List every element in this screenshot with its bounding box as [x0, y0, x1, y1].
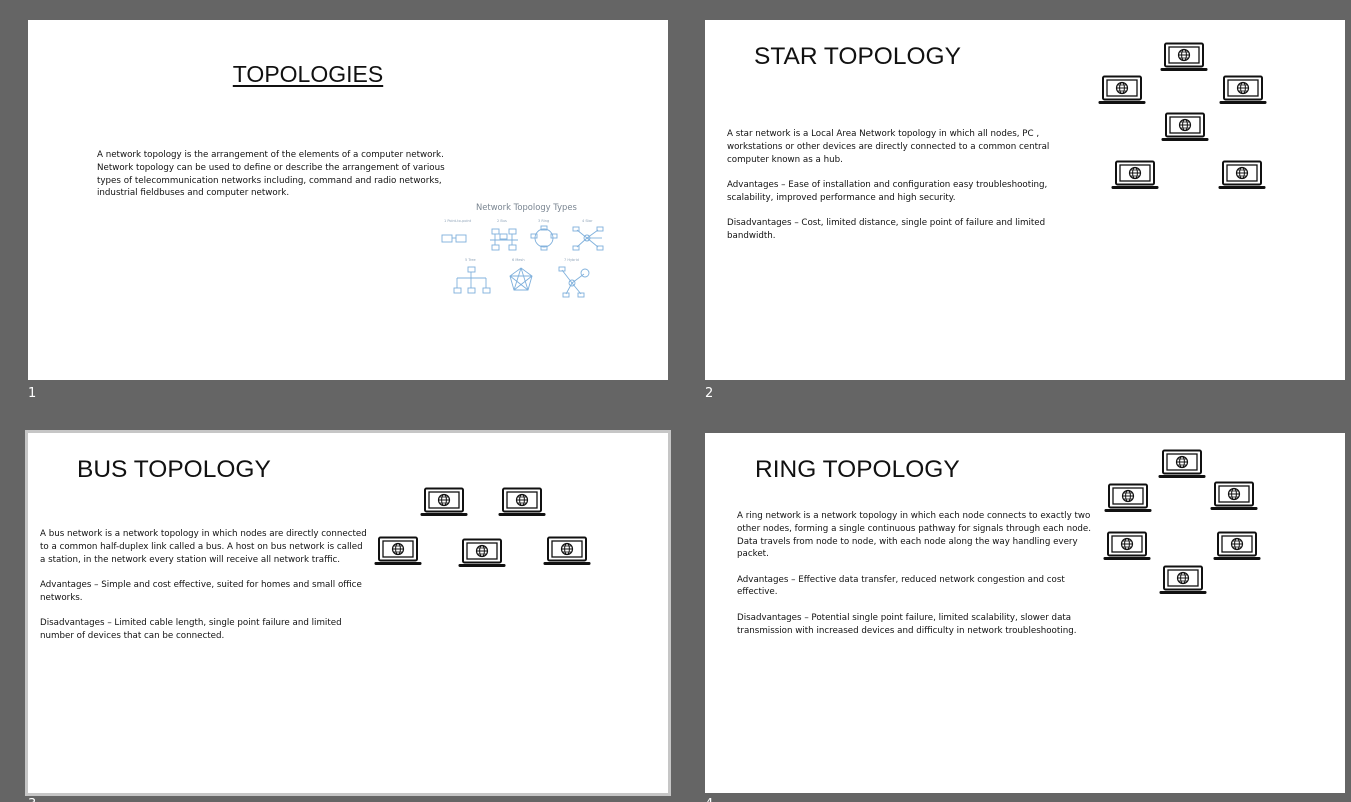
slide-number: 4	[705, 797, 713, 802]
laptop-globe-icon	[1111, 160, 1159, 192]
slide-title: STAR TOPOLOGY	[754, 43, 961, 70]
advantages-paragraph: Advantages – Ease of installation and co…	[727, 179, 1048, 203]
body-paragraph: A ring network is a network topology in …	[737, 511, 1092, 560]
laptop-globe-icon	[1213, 531, 1261, 563]
slide-body: A ring network is a network topology in …	[737, 510, 1091, 650]
laptop-globe-icon	[1159, 565, 1207, 597]
slide-number: 3	[28, 797, 36, 802]
slide-3-thumbnail[interactable]: BUS TOPOLOGY A bus network is a network …	[25, 430, 671, 796]
disadvantages-paragraph: Disadvantages – Cost, limited distance, …	[727, 217, 1046, 241]
advantages-paragraph: Advantages – Simple and cost effective, …	[40, 579, 362, 603]
slide-4-thumbnail[interactable]: RING TOPOLOGY A ring network is a networ…	[705, 433, 1345, 793]
laptop-globe-icon	[420, 487, 468, 519]
laptop-globe-icon	[1103, 531, 1151, 563]
advantages-paragraph: Advantages – Effective data transfer, re…	[737, 574, 1065, 598]
laptop-globe-icon	[1098, 75, 1146, 107]
slide-body: A star network is a Local Area Network t…	[727, 128, 1057, 255]
slide-title: TOPOLOGIES	[232, 61, 384, 87]
laptop-globe-icon	[1218, 160, 1266, 192]
slide-title: BUS TOPOLOGY	[77, 456, 271, 483]
network-topology-types-image: Network Topology Types 1 Point-to-point …	[432, 190, 632, 308]
disadvantages-paragraph: Disadvantages – Limited cable length, si…	[40, 617, 342, 641]
body-paragraph: A bus network is a network topology in w…	[40, 529, 367, 565]
laptop-globe-icon	[1160, 42, 1208, 74]
laptop-globe-icon	[1161, 112, 1209, 144]
laptop-globe-icon	[498, 487, 546, 519]
laptop-globe-icon	[374, 536, 422, 568]
laptop-globe-icon	[1158, 449, 1206, 481]
slide-body: A network topology is the arrangement of…	[97, 150, 445, 199]
body-paragraph: A star network is a Local Area Network t…	[727, 129, 1050, 165]
slide-1-thumbnail[interactable]: TOPOLOGIES A network topology is the arr…	[28, 20, 668, 380]
laptop-globe-icon	[458, 538, 506, 570]
slide-sorter: TOPOLOGIES A network topology is the arr…	[0, 0, 1351, 802]
laptop-globe-icon	[1104, 483, 1152, 515]
slide-number: 1	[28, 386, 37, 401]
laptop-globe-icon	[1210, 481, 1258, 513]
slide-number: 2	[705, 386, 714, 401]
laptop-globe-icon	[543, 536, 591, 568]
slide-body: A bus network is a network topology in w…	[40, 528, 370, 655]
laptop-globe-icon	[1219, 75, 1267, 107]
slide-title: RING TOPOLOGY	[755, 456, 960, 483]
slide-2-thumbnail[interactable]: STAR TOPOLOGY A star network is a Local …	[705, 20, 1345, 380]
disadvantages-paragraph: Disadvantages – Potential single point f…	[737, 612, 1077, 636]
topology-diagrams-icon	[441, 225, 604, 298]
